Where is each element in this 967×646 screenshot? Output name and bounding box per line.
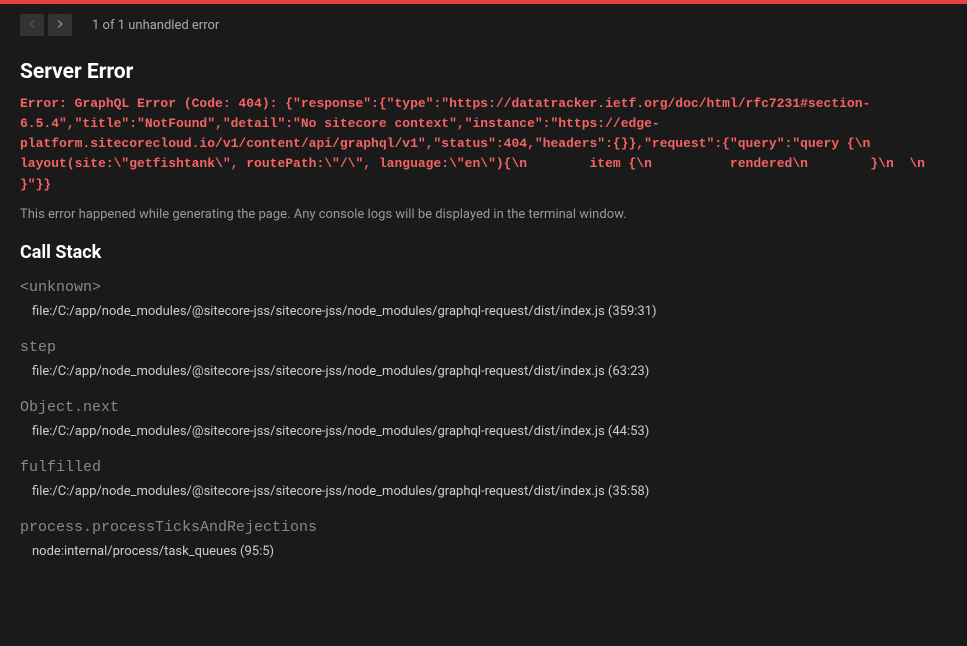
arrow-left-icon — [25, 17, 39, 34]
stack-frame: step file:/C:/app/node_modules/@sitecore-… — [20, 339, 947, 379]
error-message: Error: GraphQL Error (Code: 404): {"resp… — [20, 94, 947, 195]
frame-location: file:/C:/app/node_modules/@sitecore-jss/… — [32, 424, 947, 439]
frame-name: Object.next — [20, 399, 947, 416]
error-count: 1 of 1 unhandled error — [92, 18, 219, 33]
call-stack: <unknown> file:/C:/app/node_modules/@site… — [20, 279, 947, 559]
frame-name: process.processTicksAndRejections — [20, 519, 947, 536]
nav-bar: 1 of 1 unhandled error — [0, 4, 967, 46]
frame-location: file:/C:/app/node_modules/@sitecore-jss/… — [32, 304, 947, 319]
next-error-button[interactable] — [48, 14, 72, 36]
prev-error-button[interactable] — [20, 14, 44, 36]
frame-location: file:/C:/app/node_modules/@sitecore-jss/… — [32, 484, 947, 499]
arrow-right-icon — [53, 17, 67, 34]
stack-frame: <unknown> file:/C:/app/node_modules/@site… — [20, 279, 947, 319]
error-note: This error happened while generating the… — [20, 207, 947, 222]
error-content: Server Error Error: GraphQL Error (Code:… — [0, 46, 967, 646]
frame-name: step — [20, 339, 947, 356]
stack-frame: process.processTicksAndRejections node:in… — [20, 519, 947, 559]
frame-name: <unknown> — [20, 279, 947, 296]
callstack-title: Call Stack — [20, 242, 947, 263]
frame-location: file:/C:/app/node_modules/@sitecore-jss/… — [32, 364, 947, 379]
error-title: Server Error — [20, 60, 947, 84]
stack-frame: fulfilled file:/C:/app/node_modules/@site… — [20, 459, 947, 499]
stack-frame: Object.next file:/C:/app/node_modules/@si… — [20, 399, 947, 439]
frame-name: fulfilled — [20, 459, 947, 476]
error-dialog: 1 of 1 unhandled error Server Error Erro… — [0, 0, 967, 646]
frame-location: node:internal/process/task_queues (95:5) — [32, 544, 947, 559]
